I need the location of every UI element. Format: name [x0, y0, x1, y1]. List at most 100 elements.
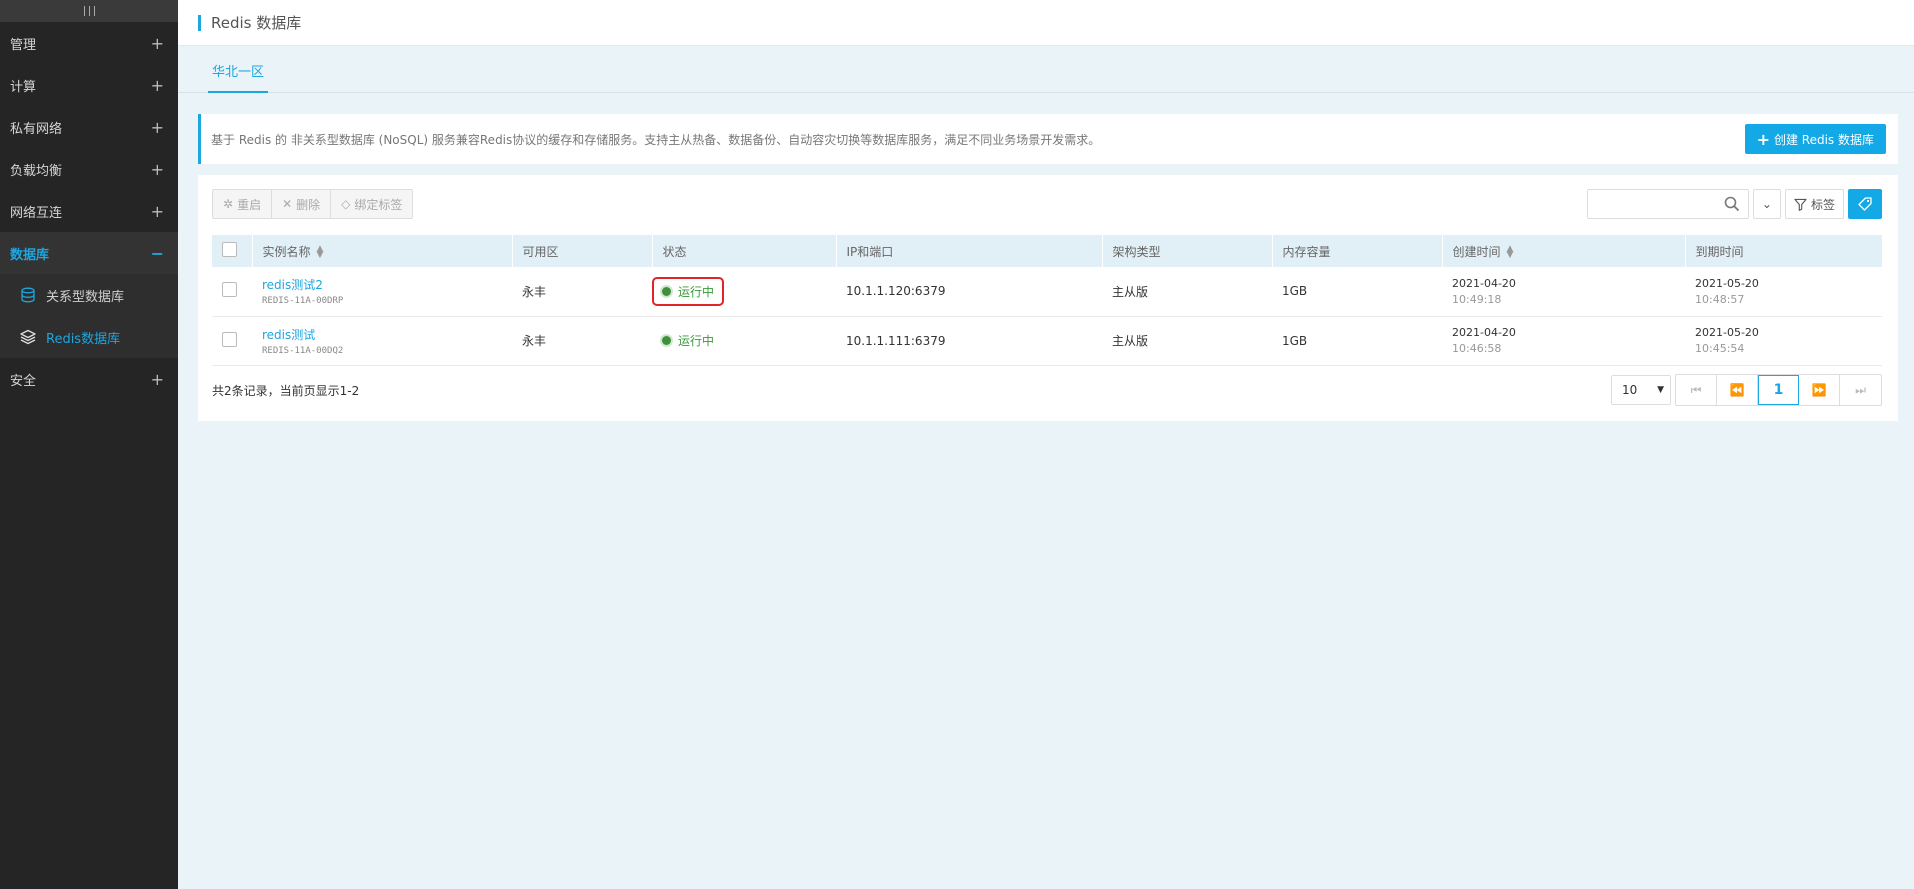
pagination: 10 ▼ ⏮ ⏪ 1 ⏩ ⏭: [1611, 374, 1882, 406]
col-instance-name[interactable]: 实例名称 ▲ ▼: [251, 235, 512, 267]
tag-icon: [1858, 197, 1872, 211]
search-box: [1586, 189, 1749, 219]
next-page-button[interactable]: ⏩: [1799, 375, 1840, 405]
prev-page-button[interactable]: ⏪: [1717, 375, 1758, 405]
col-arch: 架构类型: [1101, 235, 1272, 267]
database-icon: [21, 287, 35, 303]
sidebar-subitem-label: Redis数据库: [46, 331, 121, 347]
delete-label: 删除: [296, 197, 321, 212]
expire-time: 10:45:54: [1695, 342, 1745, 355]
right-tools: ⌄ 标签: [1586, 189, 1882, 219]
page-header: Redis 数据库: [178, 0, 1914, 46]
sidebar-item-label: 负载均衡: [10, 163, 63, 179]
caret-down-icon: ▼: [1657, 385, 1664, 395]
sidebar-item-vpc[interactable]: 私有网络 +: [0, 106, 178, 148]
col-label: 实例名称: [262, 244, 311, 259]
sidebar-item-compute[interactable]: 计算 +: [0, 64, 178, 106]
delete-button[interactable]: ✕ 删除: [272, 190, 332, 218]
col-created[interactable]: 创建时间 ▲ ▼: [1441, 235, 1685, 267]
restart-label: 重启: [237, 197, 262, 212]
page-size-value: 10: [1622, 383, 1638, 397]
row-checkbox[interactable]: [222, 331, 237, 347]
sidebar-subitem-redis-db[interactable]: Redis数据库: [0, 316, 178, 358]
table-row: redis测试 REDIS-11A-00DQ2 永丰 运行中 10.1.1.11…: [212, 316, 1882, 365]
table-header-row: 实例名称 ▲ ▼ 可用区 状态 IP和端口 架构类型 内存容量 创建时间 ▲ ▼ 到期时…: [212, 235, 1882, 267]
status-dot-icon: [662, 286, 671, 296]
expand-search-button[interactable]: ⌄: [1752, 189, 1781, 219]
current-page-button[interactable]: 1: [1758, 375, 1799, 405]
sidebar-item-database[interactable]: 数据库 −: [0, 232, 178, 274]
filter-icon: [1794, 198, 1807, 211]
status-badge: 运行中: [652, 326, 724, 355]
last-page-button[interactable]: ⏭: [1840, 375, 1881, 405]
instance-name-link[interactable]: redis测试2: [262, 276, 512, 293]
status-dot-icon: [662, 336, 671, 345]
status-label: 运行中: [678, 334, 715, 348]
title-accent-bar: [198, 14, 201, 31]
arch-cell: 主从版: [1112, 334, 1149, 348]
sort-icon[interactable]: ▲ ▼: [317, 245, 324, 260]
tag-manage-button[interactable]: [1848, 189, 1882, 219]
ip-port-cell: 10.1.1.120:6379: [846, 284, 946, 299]
sidebar-item-label: 私有网络: [10, 121, 63, 137]
arch-cell: 主从版: [1112, 284, 1149, 299]
row-checkbox[interactable]: [222, 282, 237, 298]
first-page-button[interactable]: ⏮: [1676, 375, 1717, 405]
created-time: 10:46:58: [1452, 342, 1502, 355]
tag-filter-label: 标签: [1810, 197, 1835, 212]
sidebar-toggle[interactable]: [0, 0, 178, 22]
double-chevron-down-icon: ⌄: [1761, 197, 1772, 211]
page-size-select[interactable]: 10 ▼: [1611, 375, 1671, 405]
tab-north-china-1[interactable]: 华北一区: [208, 61, 269, 93]
sidebar-item-security[interactable]: 安全 +: [0, 358, 178, 400]
restart-button[interactable]: ✲ 重启: [213, 190, 273, 218]
restart-icon: ✲: [223, 197, 234, 211]
sidebar-item-management[interactable]: 管理 +: [0, 22, 178, 64]
status-label: 运行中: [678, 284, 715, 299]
first-page-icon: ⏮: [1690, 382, 1702, 397]
sidebar-item-label: 安全: [10, 373, 37, 389]
plus-icon: +: [1756, 129, 1770, 149]
instance-panel: ✲ 重启 ✕ 删除 ◇ 绑定标签 ⌄ 标签 实例名称 ▲ ▼ 可用区 状态 IP…: [198, 175, 1898, 421]
select-all-checkbox[interactable]: [222, 242, 237, 257]
sidebar-item-interconnect[interactable]: 网络互连 +: [0, 190, 178, 232]
next-page-icon: ⏩: [1811, 383, 1827, 397]
status-badge: 运行中: [652, 276, 725, 306]
col-ip-port: IP和端口: [835, 235, 1102, 267]
instance-name-link[interactable]: redis测试: [262, 326, 512, 343]
tag-filter-button[interactable]: 标签: [1784, 189, 1844, 219]
bind-tag-button[interactable]: ◇ 绑定标签: [331, 190, 412, 218]
zone-cell: 永丰: [522, 284, 547, 299]
col-label: 创建时间: [1452, 244, 1501, 259]
instance-table: 实例名称 ▲ ▼ 可用区 状态 IP和端口 架构类型 内存容量 创建时间 ▲ ▼ 到期时…: [212, 235, 1882, 366]
layers-icon: [20, 329, 36, 345]
sidebar-item-label: 管理: [10, 37, 37, 53]
created-date: 2021-04-20: [1452, 276, 1516, 290]
plus-icon: +: [150, 201, 164, 221]
create-redis-button[interactable]: + 创建 Redis 数据库: [1744, 124, 1886, 154]
select-all-cell: [212, 235, 252, 267]
instance-id: REDIS-11A-00DRP: [262, 296, 344, 307]
col-expire: 到期时间: [1684, 235, 1882, 267]
bind-tag-label: 绑定标签: [354, 197, 403, 212]
ip-port-cell: 10.1.1.111:6379: [846, 333, 946, 348]
create-redis-label: 创建 Redis 数据库: [1773, 132, 1874, 147]
plus-icon: +: [150, 369, 164, 389]
plus-icon: +: [150, 159, 164, 179]
sidebar-item-label: 数据库: [10, 247, 50, 263]
sort-icon[interactable]: ▲ ▼: [1507, 245, 1514, 260]
sidebar-item-load-balancer[interactable]: 负载均衡 +: [0, 148, 178, 190]
search-input[interactable]: [1587, 190, 1718, 218]
sidebar-item-label: 网络互连: [10, 205, 63, 221]
col-status: 状态: [651, 235, 836, 267]
created-time: 10:49:18: [1452, 292, 1502, 306]
col-zone: 可用区: [511, 235, 652, 267]
page-title: Redis 数据库: [211, 14, 302, 32]
sidebar-subitem-relational-db[interactable]: 关系型数据库: [0, 274, 178, 316]
search-icon[interactable]: [1724, 196, 1740, 212]
page-buttons: ⏮ ⏪ 1 ⏩ ⏭: [1675, 374, 1882, 406]
expire-date: 2021-05-20: [1695, 276, 1759, 290]
minus-icon: −: [150, 243, 164, 263]
plus-icon: +: [150, 75, 164, 95]
table-toolbar: ✲ 重启 ✕ 删除 ◇ 绑定标签 ⌄ 标签: [212, 189, 1882, 219]
